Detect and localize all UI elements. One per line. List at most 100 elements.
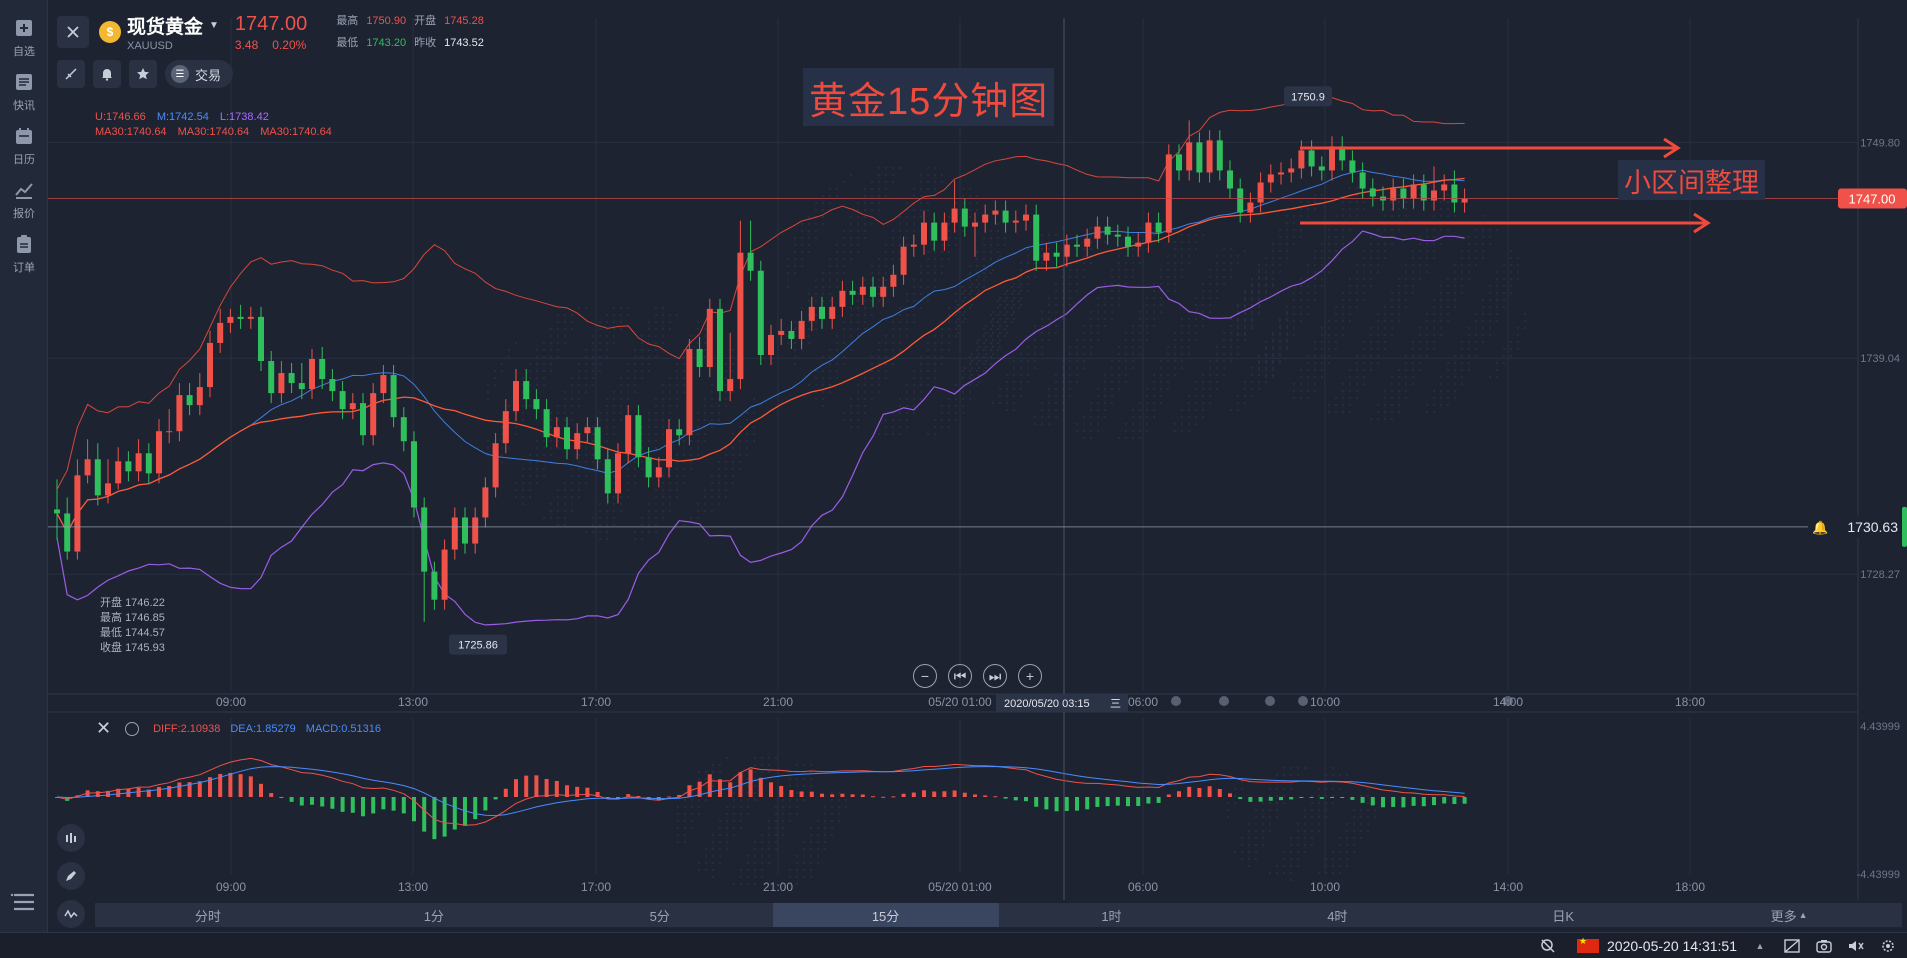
map-dot [999,402,1001,404]
map-dot [1332,788,1334,790]
map-dot [1419,362,1421,364]
map-dot [978,290,980,292]
status-datetime: 2020-05-20 14:31:51 [1607,938,1737,954]
map-dot [941,419,943,421]
map-dot [1104,311,1106,313]
indicator-button[interactable] [57,900,85,928]
tab-more[interactable]: 更多 ▲ [1676,903,1902,927]
map-dot [1377,313,1379,315]
map-dot [1304,809,1306,811]
map-dot [1447,390,1449,392]
close-indicator-icon[interactable]: ✕ [96,718,111,739]
layout-icon[interactable] [1783,937,1801,955]
map-dot [1503,292,1505,294]
settings-icon[interactable] [1879,937,1897,955]
map-dot [571,489,573,491]
map-dot [1104,297,1106,299]
map-dot [1090,339,1092,341]
map-dot [571,503,573,505]
map-dot [850,307,852,309]
map-dot [1013,402,1015,404]
map-dot [1496,229,1498,231]
map-dot [1034,367,1036,369]
network-icon[interactable] [1539,937,1557,955]
tab-1min[interactable]: 1分 [321,903,547,927]
map-dot [899,433,901,435]
gold-coin-icon: $ [99,21,121,43]
map-dot [808,321,810,323]
candle-type-button[interactable] [57,824,85,852]
map-dot [955,321,957,323]
map-dot [557,314,559,316]
map-dot [571,391,573,393]
map-dot [1356,278,1358,280]
candle-body [441,549,448,600]
map-dot [803,869,805,871]
map-dot [1104,325,1106,327]
map-dot [1174,346,1176,348]
map-dot [606,510,608,512]
tab-daily[interactable]: 日K [1450,903,1676,927]
macd-histogram-bar [391,797,396,811]
time-axis-label: 13:00 [398,880,428,894]
scroll-start-button[interactable]: ⏮ [948,664,972,688]
price-chart[interactable]: 1749.801739.041728.2709:0009:0013:0013:0… [0,0,1907,958]
symbol-selector[interactable]: 现货黄金 ▼ XAUUSD [127,12,219,52]
favorite-button[interactable] [129,60,157,88]
map-dot [913,321,915,323]
map-dot [1307,376,1309,378]
map-dot [1272,339,1274,341]
map-dot [1342,320,1344,322]
map-dot [1146,311,1148,313]
map-dot [585,384,587,386]
map-dot [892,321,894,323]
map-dot [669,405,671,407]
map-dot [1297,767,1299,769]
map-dot [1454,278,1456,280]
alert-button[interactable] [93,60,121,88]
tab-1hour[interactable]: 1时 [999,903,1225,927]
map-dot [1055,381,1057,383]
map-dot [1482,215,1484,217]
map-dot [1125,332,1127,334]
map-dot [1258,369,1260,371]
caret-up-icon[interactable]: ▲ [1751,937,1769,955]
map-dot [1111,374,1113,376]
map-dot [648,349,650,351]
candle-body [1033,214,1040,261]
map-dot [850,237,852,239]
zoom-in-button[interactable]: + [1018,664,1042,688]
candle-body [1186,142,1193,171]
draw-tool-button[interactable] [57,60,85,88]
close-chart-button[interactable] [57,16,89,48]
map-dot [754,764,756,766]
map-dot [1342,306,1344,308]
mute-icon[interactable] [1847,937,1865,955]
map-dot [1020,262,1022,264]
map-dot [550,335,552,337]
map-dot [571,412,573,414]
zoom-out-button[interactable]: − [913,664,937,688]
trade-button[interactable]: ☰ 交易 [165,60,234,88]
map-dot [1311,802,1313,804]
tab-4hour[interactable]: 4时 [1224,903,1450,927]
candle-body [1247,202,1254,213]
map-dot [948,342,950,344]
map-dot [1475,257,1477,259]
tab-5min[interactable]: 5分 [547,903,773,927]
map-dot [1269,795,1271,797]
camera-icon[interactable] [1815,937,1833,955]
tab-15min[interactable]: 15分 [772,903,999,927]
tab-timeshare[interactable]: 分时 [95,903,321,927]
drawing-button[interactable] [57,862,85,890]
map-dot [725,482,727,484]
map-dot [969,209,971,211]
map-dot [712,869,714,871]
scroll-end-button[interactable]: ⏭ [983,664,1007,688]
map-dot [1167,346,1169,348]
settings-icon[interactable] [125,721,140,736]
map-dot [810,827,812,829]
map-dot [1272,278,1274,280]
macd-histogram-bar [340,797,345,812]
map-dot [1251,292,1253,294]
